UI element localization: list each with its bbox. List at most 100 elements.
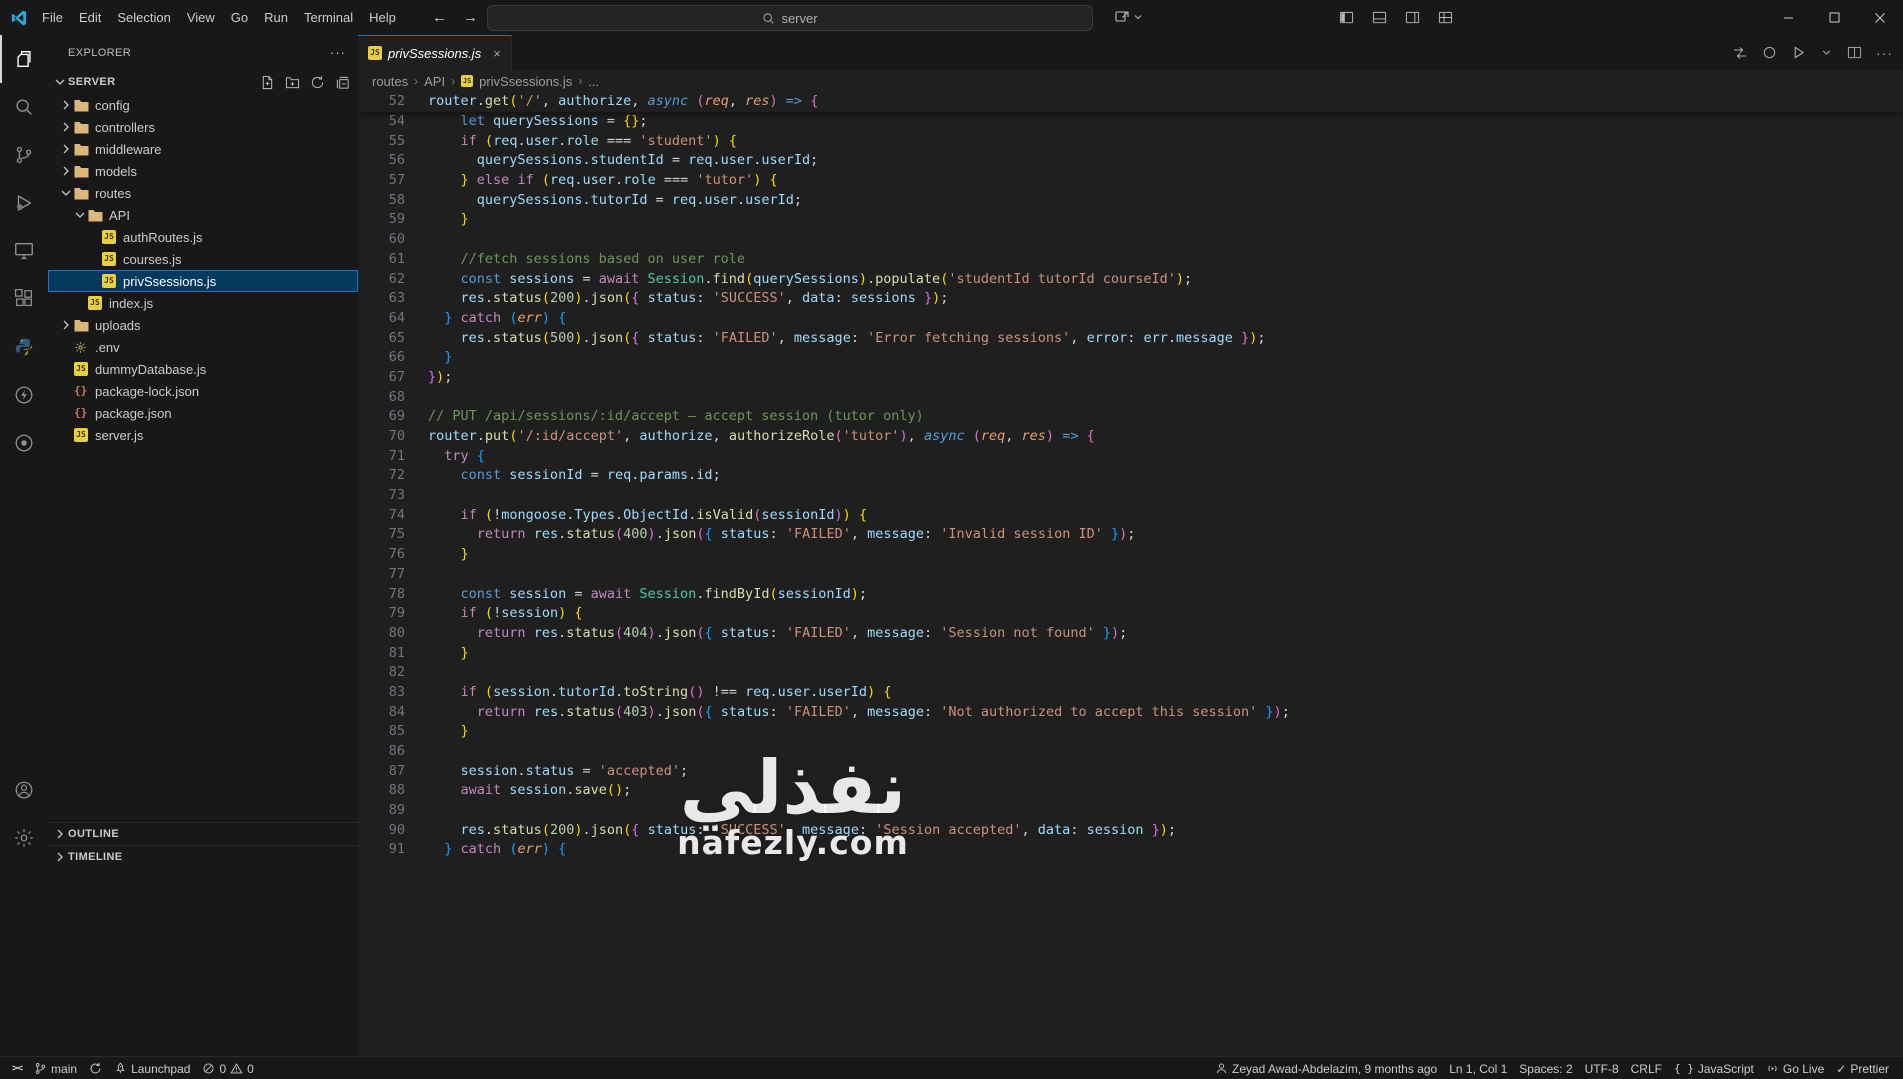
code-line[interactable]: 89 — [358, 801, 1903, 821]
code-line[interactable]: 58 querySessions.tutorId = req.user.user… — [358, 191, 1903, 211]
breadcrumb-item[interactable]: routes — [372, 74, 408, 89]
line-number[interactable]: 58 — [358, 191, 405, 211]
code-line[interactable]: 83 if (session.tutorId.toString() !== re… — [358, 683, 1903, 703]
code-line[interactable]: 55 if (req.user.role === 'student') { — [358, 132, 1903, 152]
line-number[interactable]: 74 — [358, 506, 405, 526]
python-icon[interactable] — [0, 323, 48, 371]
breadcrumb-item[interactable]: API — [424, 74, 445, 89]
line-number[interactable]: 79 — [358, 604, 405, 624]
code-line[interactable]: 68 — [358, 388, 1903, 408]
code-runner-icon[interactable] — [0, 419, 48, 467]
tree-item-index-js[interactable]: JS index.js — [48, 292, 358, 314]
code-line[interactable]: 78 const session = await Session.findByI… — [358, 585, 1903, 605]
code-line[interactable]: 59 } — [358, 210, 1903, 230]
circle-outline-icon[interactable] — [1762, 45, 1777, 60]
thunder-client-icon[interactable] — [0, 371, 48, 419]
breadcrumb-item[interactable]: privSsessions.js — [479, 74, 572, 89]
line-number[interactable]: 68 — [358, 388, 405, 408]
code-line[interactable]: 81 } — [358, 644, 1903, 664]
code-line[interactable]: 75 return res.status(400).json({ status:… — [358, 525, 1903, 545]
code-line[interactable]: 54 let querySessions = {}; — [358, 112, 1903, 132]
code-line[interactable]: 64 } catch (err) { — [358, 309, 1903, 329]
explorer-icon[interactable] — [0, 35, 48, 83]
new-window-icon[interactable] — [1114, 9, 1130, 25]
branch-indicator[interactable]: main — [28, 1057, 83, 1079]
toggle-secondary-sidebar-icon[interactable] — [1401, 7, 1423, 29]
close-button[interactable] — [1857, 0, 1903, 35]
new-folder-icon[interactable] — [285, 75, 300, 90]
line-number[interactable]: 77 — [358, 565, 405, 585]
prettier-indicator[interactable]: ✓ Prettier — [1830, 1057, 1895, 1079]
code-line[interactable]: 88 await session.save(); — [358, 781, 1903, 801]
breadcrumb-item[interactable]: ... — [588, 74, 599, 89]
code-area[interactable]: 52 router.get('/', authorize, async (req,… — [358, 92, 1903, 1056]
line-number[interactable]: 59 — [358, 210, 405, 230]
code-line[interactable]: 70 router.put ('/:id/accept', authorize, a… — [358, 427, 1903, 447]
tree-item-package-lock-json[interactable]: {} package-lock.json — [48, 380, 358, 402]
go-back-icon[interactable]: ← — [432, 9, 447, 26]
go-forward-icon[interactable]: → — [463, 9, 478, 26]
code-line[interactable]: 77 — [358, 565, 1903, 585]
collapse-folders-icon[interactable] — [335, 75, 350, 90]
line-number[interactable]: 71 — [358, 447, 405, 467]
line-number[interactable]: 65 — [358, 329, 405, 349]
line-number[interactable]: 81 — [358, 644, 405, 664]
line-number[interactable]: 89 — [358, 801, 405, 821]
code-line[interactable]: 56 querySessions.studentId = req.user.us… — [358, 151, 1903, 171]
tree-item-privssessions-js[interactable]: JS privSsessions.js — [48, 270, 358, 292]
code-line[interactable]: 72 const sessionId = req.params.id; — [358, 466, 1903, 486]
line-number[interactable]: 88 — [358, 781, 405, 801]
code-line[interactable]: 86 — [358, 742, 1903, 762]
line-number[interactable]: 63 — [358, 289, 405, 309]
menu-file[interactable]: File — [34, 0, 71, 35]
code-line[interactable]: 73 — [358, 486, 1903, 506]
run-dropdown-icon[interactable] — [1820, 46, 1833, 59]
account-icon[interactable] — [0, 766, 48, 814]
code-line[interactable]: 66 } — [358, 348, 1903, 368]
line-number[interactable]: 61 — [358, 250, 405, 270]
line-number[interactable]: 55 — [358, 132, 405, 152]
cursor-position[interactable]: Ln 1, Col 1 — [1443, 1057, 1513, 1079]
split-editor-icon[interactable] — [1847, 45, 1862, 60]
search-sidebar-icon[interactable] — [0, 83, 48, 131]
tree-item-config[interactable]: config — [48, 94, 358, 116]
tree-item-dummydatabase-js[interactable]: JS dummyDatabase.js — [48, 358, 358, 380]
menu-terminal[interactable]: Terminal — [296, 0, 361, 35]
tree-item-middleware[interactable]: middleware — [48, 138, 358, 160]
line-number[interactable]: 78 — [358, 585, 405, 605]
timeline-section-header[interactable]: TIMELINE — [48, 845, 358, 868]
line-number[interactable]: 67 — [358, 368, 405, 388]
code-line[interactable]: 71 try { — [358, 447, 1903, 467]
toggle-panel-icon[interactable] — [1368, 7, 1390, 29]
eol-setting[interactable]: CRLF — [1625, 1057, 1668, 1079]
menu-go[interactable]: Go — [223, 0, 256, 35]
search-input[interactable]: server — [487, 5, 1093, 31]
tree-item-server-js[interactable]: JS server.js — [48, 424, 358, 446]
line-number[interactable]: 87 — [358, 762, 405, 782]
toggle-sidebar-icon[interactable] — [1335, 7, 1357, 29]
code-line[interactable]: 63 res.status(200).json({ status: 'SUCCE… — [358, 289, 1903, 309]
settings-gear-icon[interactable] — [0, 814, 48, 862]
line-number[interactable]: 66 — [358, 348, 405, 368]
menu-run[interactable]: Run — [256, 0, 296, 35]
line-number[interactable]: 64 — [358, 309, 405, 329]
code-line[interactable]: 85 } — [358, 722, 1903, 742]
extensions-icon[interactable] — [0, 275, 48, 323]
code-line[interactable]: 74 if (!mongoose.Types.ObjectId.isValid(… — [358, 506, 1903, 526]
chevron-down-icon[interactable] — [1132, 11, 1144, 23]
minimize-button[interactable] — [1765, 0, 1811, 35]
remote-explorer-icon[interactable] — [0, 227, 48, 275]
remote-indicator[interactable]: >< — [6, 1057, 28, 1079]
launchpad-button[interactable]: Launchpad — [108, 1057, 196, 1079]
menu-edit[interactable]: Edit — [71, 0, 109, 35]
explorer-more-actions-icon[interactable]: ··· — [330, 45, 346, 60]
menu-view[interactable]: View — [179, 0, 223, 35]
code-line[interactable]: 91 } catch (err) { — [358, 840, 1903, 860]
menu-help[interactable]: Help — [361, 0, 404, 35]
line-number[interactable]: 56 — [358, 151, 405, 171]
line-number[interactable]: 82 — [358, 663, 405, 683]
tree-item--env[interactable]: .env — [48, 336, 358, 358]
tree-item-controllers[interactable]: controllers — [48, 116, 358, 138]
tree-item-uploads[interactable]: uploads — [48, 314, 358, 336]
line-number[interactable]: 90 — [358, 821, 405, 841]
